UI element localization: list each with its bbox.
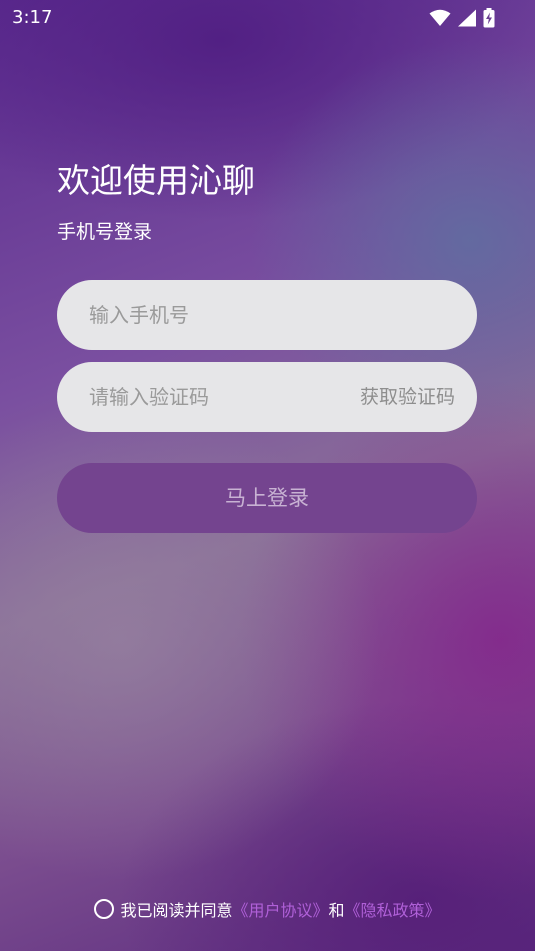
status-bar: 3:17 (0, 0, 535, 36)
user-agreement-link[interactable]: 《用户协议》 (232, 897, 328, 921)
status-icons (429, 7, 495, 29)
privacy-policy-link[interactable]: 《隐私政策》 (345, 897, 441, 921)
verification-code-field: 获取验证码 (57, 362, 477, 432)
phone-field (57, 280, 477, 350)
status-time: 3:17 (12, 7, 53, 28)
agreement-row: 我已阅读并同意 《用户协议》 和 《隐私政策》 (0, 896, 535, 922)
wifi-icon (429, 9, 451, 27)
phone-input[interactable] (89, 280, 449, 350)
verification-code-input[interactable] (89, 362, 329, 432)
battery-charging-icon (483, 8, 495, 28)
agree-radio-icon[interactable] (94, 899, 115, 919)
login-method-label: 手机号登录 (57, 221, 153, 243)
cellular-signal-icon (457, 9, 477, 27)
agreement-prefix: 我已阅读并同意 (120, 901, 233, 920)
agreement-and: 和 (328, 901, 345, 920)
login-button[interactable]: 马上登录 (57, 463, 477, 533)
get-code-button[interactable]: 获取验证码 (360, 362, 455, 432)
page-title: 欢迎使用沁聊 (57, 161, 255, 200)
